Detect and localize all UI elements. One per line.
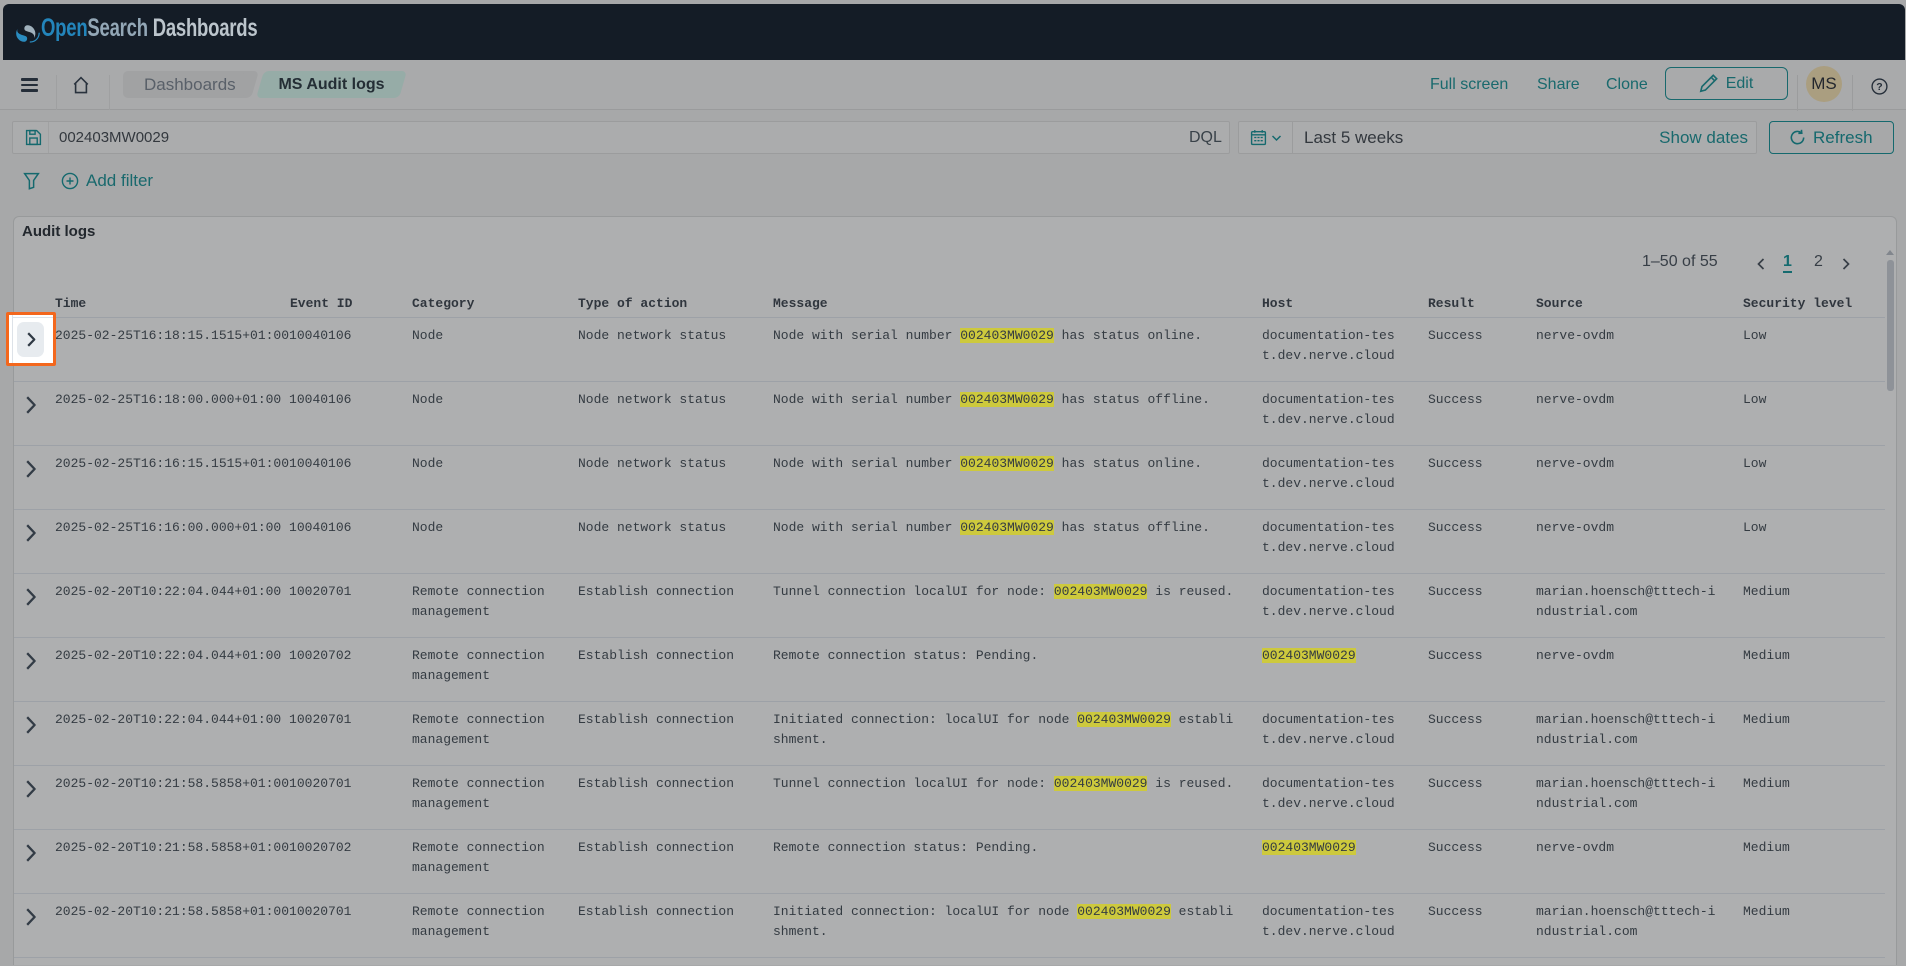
svg-text:?: ? [1876,81,1882,93]
